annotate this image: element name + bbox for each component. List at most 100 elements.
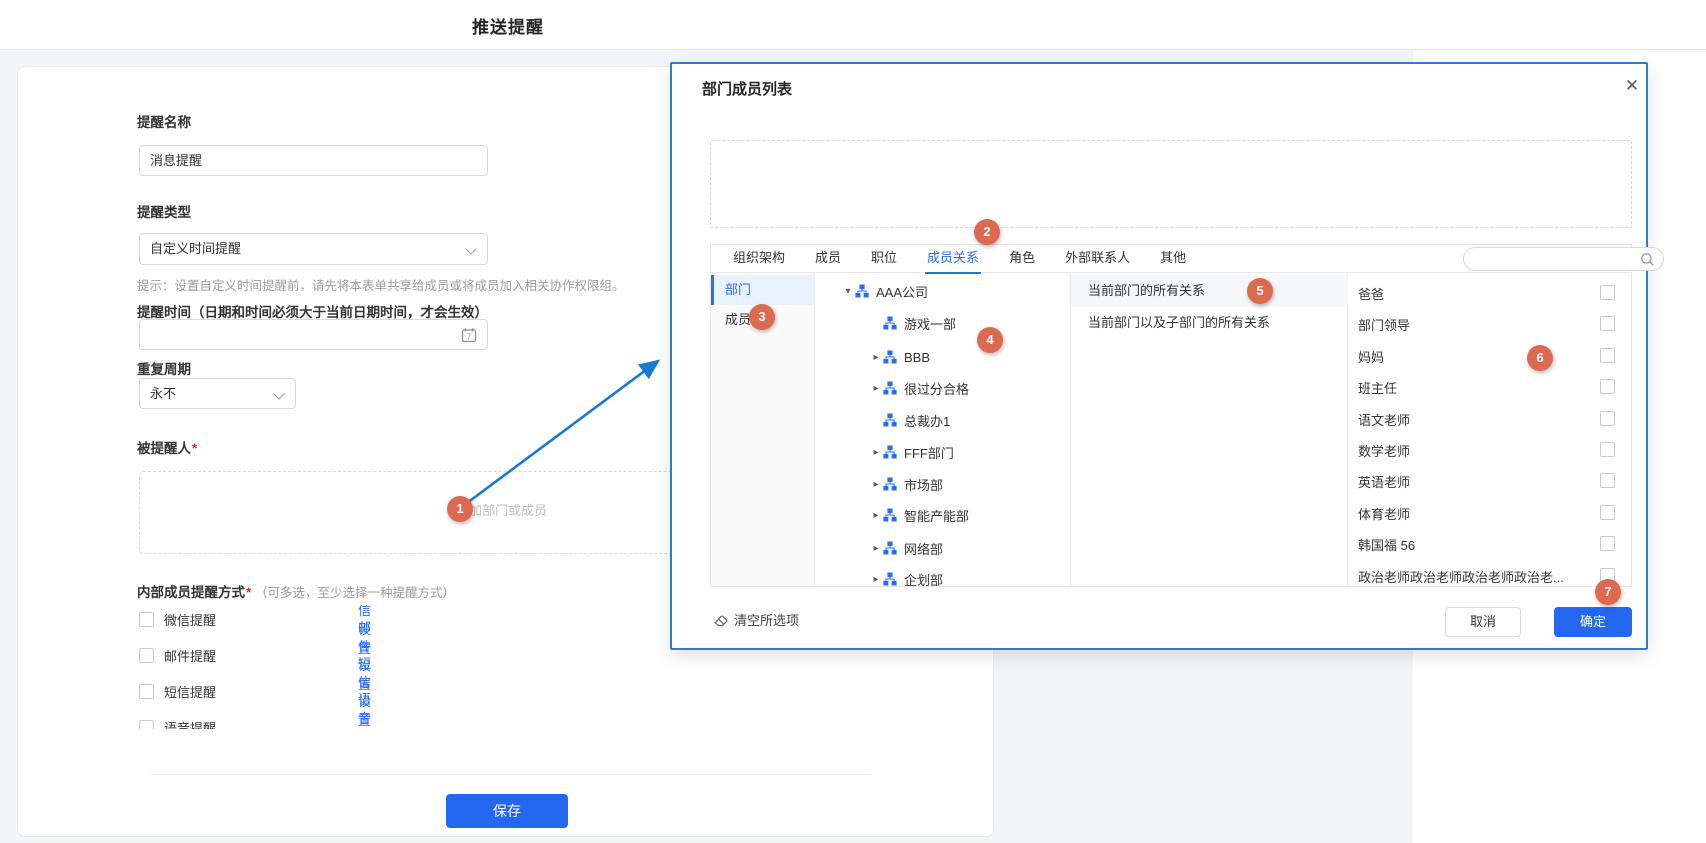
org-chart-icon xyxy=(883,541,897,555)
mom-checkbox[interactable] xyxy=(1600,348,1615,363)
caret-right-icon[interactable]: ▸ xyxy=(869,383,883,394)
annotation-badge-2: 2 xyxy=(974,219,1000,245)
clear-selection-button[interactable]: 清空所选项 xyxy=(714,610,799,629)
caret-right-icon[interactable]: ▸ xyxy=(869,574,883,585)
wechat-checkbox[interactable] xyxy=(139,612,154,627)
math-teacher-checkbox[interactable] xyxy=(1600,442,1615,457)
tab-positions[interactable]: 职位 xyxy=(871,245,897,273)
form-divider xyxy=(151,774,871,775)
english-teacher-checkbox[interactable] xyxy=(1600,473,1615,488)
reminder-type-hint: 提示：设置自定义时间提醒前，请先将本表单共享给成员或将成员加入相关协作权限组。 xyxy=(137,275,625,294)
relation-item-current-and-sub[interactable]: 当前部门以及子部门的所有关系 xyxy=(1071,307,1348,339)
tab-external-contacts[interactable]: 外部联系人 xyxy=(1065,245,1130,273)
caret-right-icon[interactable]: ▸ xyxy=(869,510,883,521)
reminder-type-select[interactable]: 自定义时间提醒 xyxy=(139,233,488,265)
tree-node-aaa-company[interactable]: ▾ AAA公司 xyxy=(841,281,928,301)
category-item-department[interactable]: 部门 xyxy=(711,275,815,305)
sms-checkbox[interactable] xyxy=(139,684,154,699)
name-row-chinese-teacher[interactable]: 语文老师 xyxy=(1348,409,1631,429)
tree-node-smart-capacity[interactable]: ▸ 智能产能部 xyxy=(869,505,969,525)
org-chart-icon xyxy=(883,381,897,395)
calendar-icon[interactable]: 7 xyxy=(461,327,477,343)
tab-members[interactable]: 成员 xyxy=(815,245,841,273)
reminder-type-value: 自定义时间提醒 xyxy=(150,241,241,256)
org-chart-icon xyxy=(883,413,897,427)
eraser-icon xyxy=(714,613,728,627)
tree-node-game-dept1[interactable]: 游戏一部 xyxy=(883,313,956,333)
method-row-voice: 语音提醒 语音设置 xyxy=(139,717,216,729)
voice-checkbox[interactable] xyxy=(139,720,154,730)
org-chart-icon xyxy=(883,572,897,586)
annotation-badge-1: 1 xyxy=(447,496,473,522)
sms-label: 短信提醒 xyxy=(164,682,216,701)
caret-right-icon[interactable]: ▸ xyxy=(869,447,883,458)
name-row-mom[interactable]: 妈妈 xyxy=(1348,346,1631,366)
pe-teacher-checkbox[interactable] xyxy=(1600,505,1615,520)
org-chart-icon xyxy=(883,350,897,364)
reminder-name-input[interactable]: 消息提醒 xyxy=(139,145,488,176)
name-row-hanguofu[interactable]: 韩国福 56 xyxy=(1348,534,1631,554)
voice-settings-link[interactable]: 语音设置 xyxy=(358,689,371,729)
tree-node-planning[interactable]: ▸ 企划部 xyxy=(869,569,943,586)
email-checkbox[interactable] xyxy=(139,648,154,663)
org-chart-icon xyxy=(883,477,897,491)
selected-members-area[interactable] xyxy=(710,140,1632,228)
department-tree: ▾ AAA公司 游戏一部 ▸ BBB ▸ 很过分合格 xyxy=(815,273,1071,586)
tree-node-bbb[interactable]: ▸ BBB xyxy=(869,347,930,367)
reminder-time-input[interactable]: 7 xyxy=(139,319,488,350)
org-chart-icon xyxy=(883,316,897,330)
dad-checkbox[interactable] xyxy=(1600,285,1615,300)
hanguofu-checkbox[interactable] xyxy=(1600,536,1615,551)
relation-name-column: 爸爸 部门领导 妈妈 班主任 语文老师 数学老师 英语老师 体育老师 韩国福 5… xyxy=(1348,273,1631,586)
chevron-down-icon xyxy=(273,388,284,399)
tree-node-ceo-office1[interactable]: 总裁办1 xyxy=(883,410,950,430)
tree-node-network[interactable]: ▸ 网络部 xyxy=(869,538,943,558)
tree-node-hgffg[interactable]: ▸ 很过分合格 xyxy=(869,378,969,398)
dialog-title: 部门成员列表 xyxy=(702,78,792,99)
method-row-wechat: 微信提醒 微信设置 xyxy=(139,609,216,629)
caret-right-icon[interactable]: ▸ xyxy=(869,543,883,554)
tab-roles[interactable]: 角色 xyxy=(1009,245,1035,273)
tree-node-fff-dept[interactable]: ▸ FFF部门 xyxy=(869,442,954,462)
name-row-head-teacher[interactable]: 班主任 xyxy=(1348,377,1631,397)
relation-item-current[interactable]: 当前部门的所有关系 xyxy=(1071,275,1348,307)
reminder-type-label: 提醒类型 xyxy=(137,201,191,221)
search-input[interactable] xyxy=(1463,247,1664,271)
name-row-math-teacher[interactable]: 数学老师 xyxy=(1348,440,1631,460)
email-label: 邮件提醒 xyxy=(164,646,216,665)
notify-method-label: 内部成员提醒方式* （可多选，至少选择一种提醒方式） xyxy=(137,581,455,601)
reminder-name-label: 提醒名称 xyxy=(137,111,191,131)
org-chart-icon xyxy=(883,508,897,522)
name-row-pe-teacher[interactable]: 体育老师 xyxy=(1348,503,1631,523)
close-icon[interactable]: ✕ xyxy=(1620,74,1644,98)
tab-org-structure[interactable]: 组织架构 xyxy=(733,245,785,273)
svg-text:7: 7 xyxy=(467,332,472,341)
tree-node-marketing[interactable]: ▸ 市场部 xyxy=(869,474,943,494)
dept-leader-checkbox[interactable] xyxy=(1600,316,1615,331)
head-teacher-checkbox[interactable] xyxy=(1600,379,1615,394)
reminder-time-label: 提醒时间（日期和时间必须大于当前日期时间，才会生效） xyxy=(137,301,488,321)
name-row-english-teacher[interactable]: 英语老师 xyxy=(1348,471,1631,491)
caret-down-icon[interactable]: ▾ xyxy=(841,286,855,297)
tab-other[interactable]: 其他 xyxy=(1160,245,1186,273)
tab-member-relations[interactable]: 成员关系 xyxy=(927,245,979,273)
member-picker: 组织架构 成员 职位 成员关系 角色 外部联系人 其他 部门 成员 ▾ xyxy=(710,244,1632,587)
top-bar: 推送提醒 xyxy=(0,0,1706,50)
method-row-sms: 短信提醒 短信设置 xyxy=(139,681,216,701)
save-button[interactable]: 保存 xyxy=(446,794,568,828)
confirm-button[interactable]: 确定 xyxy=(1554,607,1632,637)
repeat-cycle-value: 永不 xyxy=(150,386,176,401)
repeat-cycle-select[interactable]: 永不 xyxy=(139,378,296,409)
required-asterisk: * xyxy=(192,441,197,456)
cancel-button[interactable]: 取消 xyxy=(1445,607,1521,637)
name-row-dept-leader[interactable]: 部门领导 xyxy=(1348,314,1631,334)
org-chart-icon xyxy=(855,284,869,298)
page-title: 推送提醒 xyxy=(472,13,544,38)
chinese-teacher-checkbox[interactable] xyxy=(1600,411,1615,426)
caret-right-icon[interactable]: ▸ xyxy=(869,352,883,363)
caret-right-icon[interactable]: ▸ xyxy=(869,479,883,490)
name-row-dad[interactable]: 爸爸 xyxy=(1348,283,1631,303)
name-row-politics-teacher[interactable]: 政治老师政治老师政治老师政治老... xyxy=(1348,566,1631,586)
voice-label: 语音提醒 xyxy=(164,718,216,730)
wechat-label: 微信提醒 xyxy=(164,610,216,629)
